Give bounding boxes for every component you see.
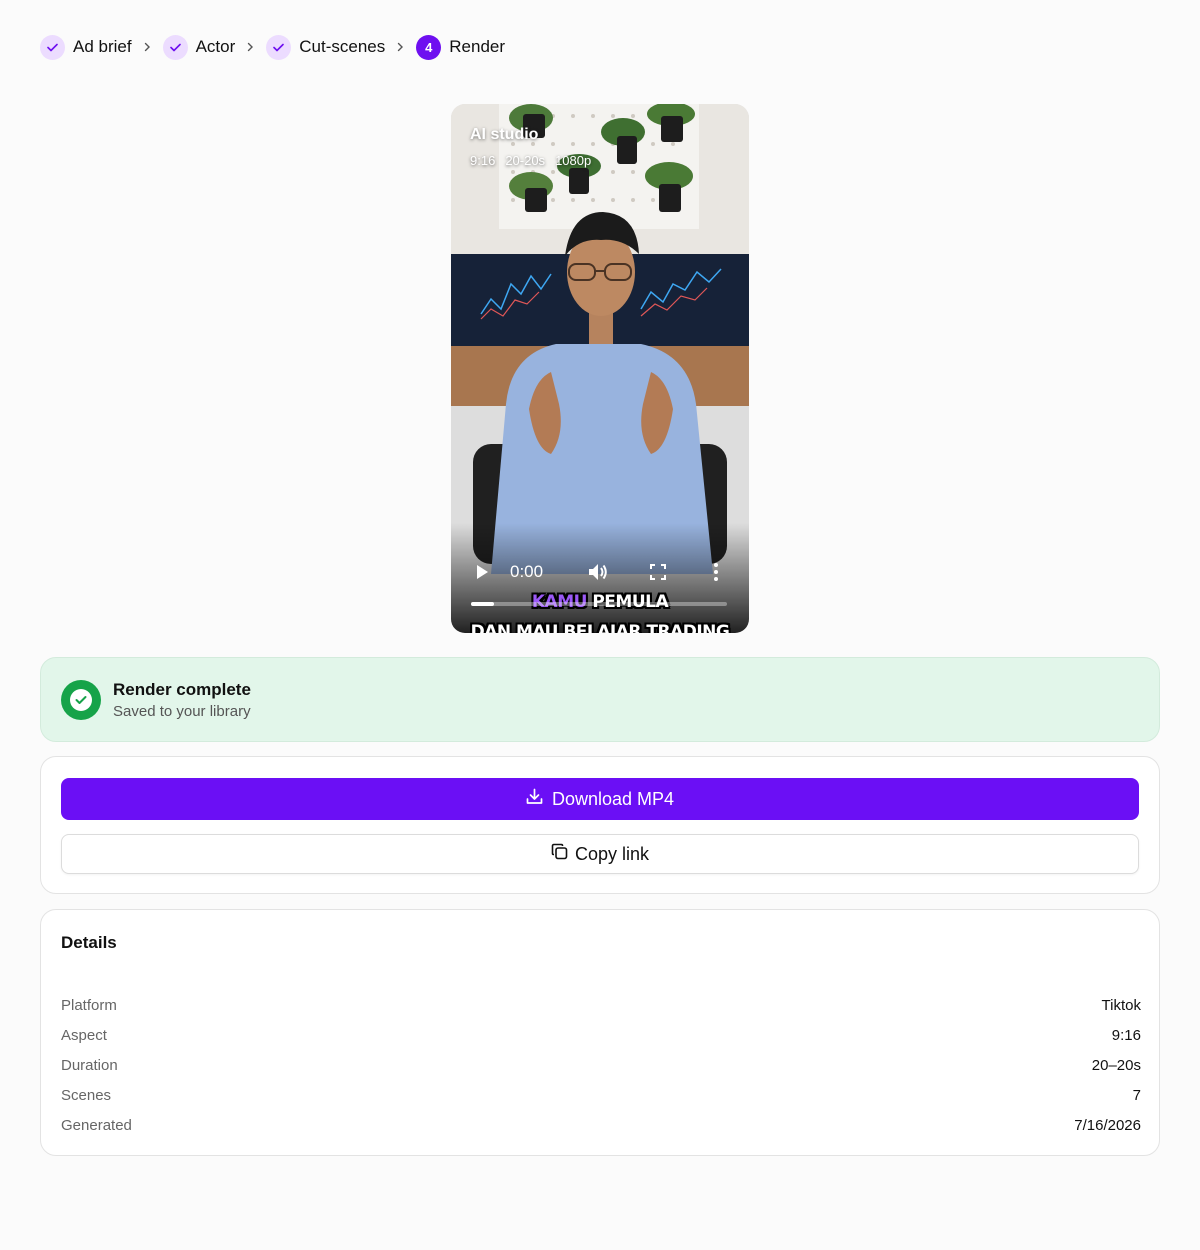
step-render[interactable]: 4 Render [416,34,506,60]
step-label: Ad brief [73,37,132,56]
caption-line-2: DAN MAU BELAJAR TRADING [470,622,730,633]
aspect-tag: 9:16 [470,153,496,168]
step-number: 4 [416,34,442,60]
copy-link-button[interactable]: Copy link [61,834,1139,874]
volume-icon[interactable] [587,562,609,587]
step-cut-scenes[interactable]: Cut-scenes [266,34,386,60]
play-icon[interactable] [476,564,489,585]
detail-label: Aspect [61,1027,107,1044]
current-time: 0:00 [510,562,544,581]
more-options-icon[interactable] [714,563,718,586]
banner-title: Render complete [113,680,251,699]
check-icon [40,34,65,60]
step-label: Actor [195,37,236,56]
detail-label: Platform [61,997,117,1014]
actions-card: Download MP4 Copy link [40,756,1160,894]
detail-row-platform: Platform Tiktok [61,997,1141,1014]
detail-row-generated: Generated 7/16/2026 [61,1117,1141,1134]
step-label: Render [449,37,506,56]
duration-tag: 20-20s [505,153,546,168]
detail-row-aspect: Aspect 9:16 [61,1027,1141,1044]
chevron-right-icon [247,42,254,52]
video-meta: 9:16 20-20s 1080p [470,153,591,168]
chevron-right-icon [144,42,151,52]
detail-value: 9:16 [1111,1027,1141,1044]
check-icon [266,34,292,60]
copy-label: Copy link [574,843,650,864]
step-label: Cut-scenes [299,37,386,56]
banner-subtitle: Saved to your library [113,703,251,720]
detail-value: 7 [1132,1087,1141,1104]
detail-label: Scenes [61,1087,112,1104]
render-complete-banner: Render complete Saved to your library [40,657,1160,742]
details-card: Details Platform Tiktok Aspect 9:16 Dura… [40,909,1160,1156]
video-progress-fill [471,602,495,606]
check-icon [162,34,188,60]
step-ad-brief[interactable]: Ad brief [40,34,132,60]
detail-row-scenes: Scenes 7 [61,1087,1141,1104]
download-icon [526,788,543,810]
details-title: Details [61,933,117,952]
progress-stepper: Ad brief Actor Cut-scenes 4 Render [40,34,505,60]
copy-icon [551,843,568,865]
video-controls: 0:00 [471,560,729,584]
download-mp4-button[interactable]: Download MP4 [61,778,1139,820]
fullscreen-icon[interactable] [650,564,666,585]
chevron-right-icon [397,42,404,52]
resolution-tag: 1080p [555,153,592,168]
detail-label: Duration [61,1057,118,1074]
video-progress-bar[interactable] [471,602,727,606]
detail-value: Tiktok [1101,997,1141,1014]
step-actor[interactable]: Actor [162,34,236,60]
download-label: Download MP4 [551,788,675,809]
detail-label: Generated [61,1117,132,1134]
video-title: AI studio [470,126,539,143]
success-check-icon [61,680,101,720]
detail-value: 7/16/2026 [1074,1117,1141,1134]
video-player[interactable]: AI studio 9:16 20-20s 1080p KAMU PEMULA … [451,104,749,633]
detail-row-duration: Duration 20–20s [61,1057,1141,1074]
detail-value: 20–20s [1091,1057,1141,1074]
